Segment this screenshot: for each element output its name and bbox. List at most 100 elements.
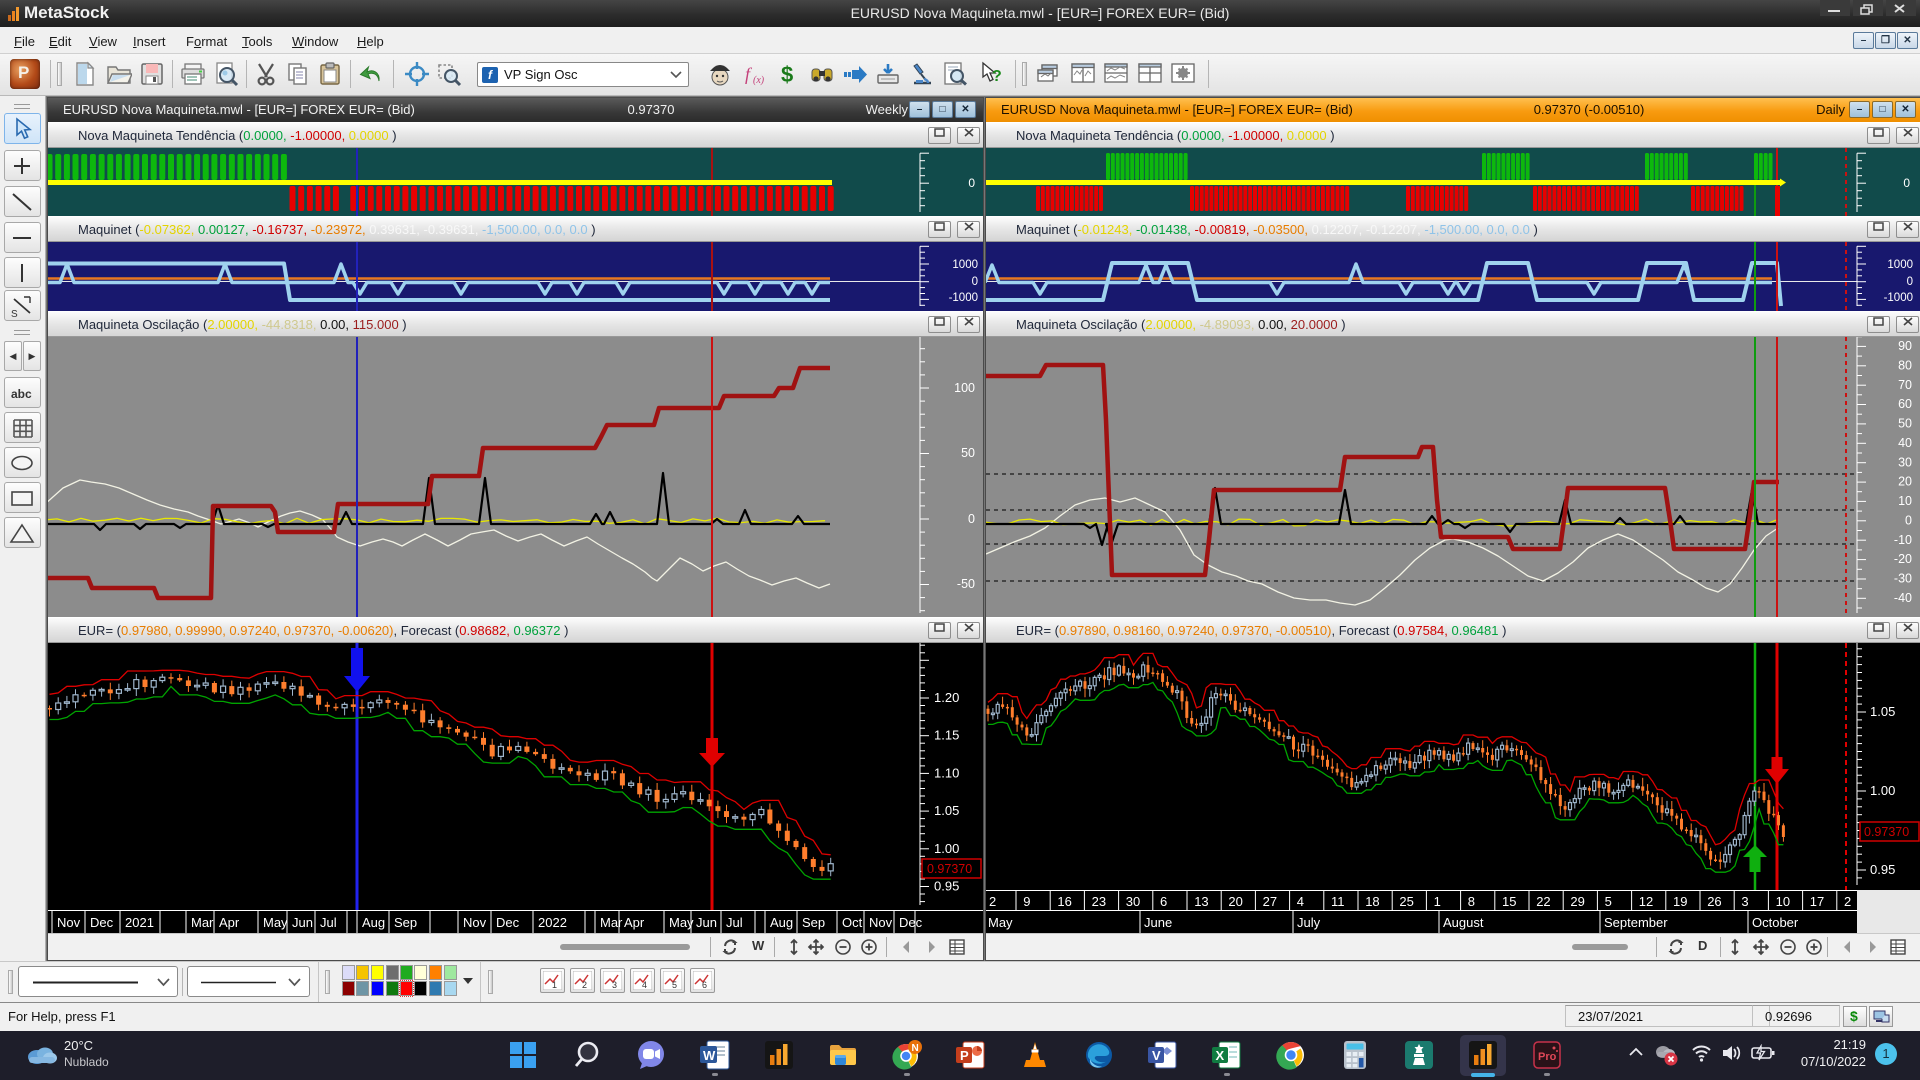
svg-text:Nov: Nov bbox=[57, 915, 81, 930]
svg-text:17: 17 bbox=[1810, 894, 1824, 909]
svg-text:Jun: Jun bbox=[696, 915, 717, 930]
svg-text:$: $ bbox=[781, 62, 793, 87]
svg-text:2: 2 bbox=[989, 894, 996, 909]
svg-text:0: 0 bbox=[972, 276, 978, 288]
svg-text:0.97370: 0.97370 bbox=[1864, 825, 1909, 839]
svg-text:1.20: 1.20 bbox=[934, 690, 959, 705]
svg-text:2021: 2021 bbox=[125, 915, 154, 930]
svg-text:Jul: Jul bbox=[726, 915, 743, 930]
svg-text:1: 1 bbox=[552, 980, 557, 990]
svg-text:-20: -20 bbox=[1894, 552, 1912, 566]
svg-text:80: 80 bbox=[1898, 358, 1912, 372]
svg-text:1.05: 1.05 bbox=[934, 803, 959, 818]
svg-text:13: 13 bbox=[1194, 894, 1208, 909]
svg-text:W: W bbox=[703, 1048, 716, 1063]
svg-text:Pro: Pro bbox=[1538, 1051, 1557, 1063]
svg-text:26: 26 bbox=[1707, 894, 1721, 909]
svg-text:4: 4 bbox=[1297, 894, 1304, 909]
svg-text:0.95: 0.95 bbox=[1870, 862, 1895, 877]
svg-text:Apr: Apr bbox=[624, 915, 645, 930]
svg-text:11: 11 bbox=[1331, 894, 1345, 909]
svg-text:29: 29 bbox=[1570, 894, 1584, 909]
svg-text:10: 10 bbox=[1776, 894, 1790, 909]
svg-text:1.00: 1.00 bbox=[934, 841, 959, 856]
svg-text:Oct: Oct bbox=[842, 915, 863, 930]
svg-text:Sep: Sep bbox=[394, 915, 417, 930]
svg-text:X: X bbox=[1216, 1048, 1225, 1063]
svg-text:f: f bbox=[745, 64, 753, 84]
svg-text:70: 70 bbox=[1898, 378, 1912, 392]
svg-text:0: 0 bbox=[1907, 276, 1913, 288]
svg-text:20: 20 bbox=[1228, 894, 1242, 909]
svg-text:Nov: Nov bbox=[463, 915, 487, 930]
svg-text:Apr: Apr bbox=[219, 915, 240, 930]
svg-text:abc: abc bbox=[11, 387, 32, 401]
svg-text:N: N bbox=[912, 1043, 919, 1054]
svg-text:27: 27 bbox=[1263, 894, 1277, 909]
svg-text:6: 6 bbox=[702, 980, 707, 990]
svg-text:3: 3 bbox=[612, 980, 617, 990]
svg-text:15: 15 bbox=[1502, 894, 1516, 909]
svg-text:May: May bbox=[669, 915, 694, 930]
svg-text:?: ? bbox=[992, 68, 1002, 85]
svg-text:0: 0 bbox=[1905, 513, 1912, 527]
svg-text:Aug: Aug bbox=[362, 915, 385, 930]
svg-text:2: 2 bbox=[1844, 894, 1851, 909]
svg-text:S: S bbox=[11, 309, 18, 318]
svg-text:Jun: Jun bbox=[292, 915, 313, 930]
svg-text:0: 0 bbox=[968, 512, 975, 526]
svg-text:5: 5 bbox=[672, 980, 677, 990]
svg-text:4: 4 bbox=[642, 980, 647, 990]
svg-text:October: October bbox=[1752, 915, 1799, 930]
svg-text:25: 25 bbox=[1399, 894, 1413, 909]
svg-text:0: 0 bbox=[968, 176, 975, 190]
svg-text:May: May bbox=[988, 915, 1013, 930]
svg-text:2022: 2022 bbox=[538, 915, 567, 930]
svg-text:-1000: -1000 bbox=[949, 292, 978, 304]
svg-text:Mar: Mar bbox=[600, 915, 623, 930]
svg-text:1.15: 1.15 bbox=[934, 728, 959, 743]
svg-text:0.95: 0.95 bbox=[934, 879, 959, 894]
svg-text:100: 100 bbox=[954, 381, 975, 395]
svg-text:1.05: 1.05 bbox=[1870, 704, 1895, 719]
svg-text:50: 50 bbox=[1898, 417, 1912, 431]
svg-text:30: 30 bbox=[1126, 894, 1140, 909]
svg-text:19: 19 bbox=[1673, 894, 1687, 909]
svg-text:-10: -10 bbox=[1894, 533, 1912, 547]
svg-text:-1000: -1000 bbox=[1884, 292, 1913, 304]
svg-text:Jul: Jul bbox=[320, 915, 337, 930]
svg-text:40: 40 bbox=[1898, 436, 1912, 450]
svg-text:Dec: Dec bbox=[496, 915, 520, 930]
svg-text:2: 2 bbox=[582, 980, 587, 990]
svg-text:0: 0 bbox=[1903, 176, 1910, 190]
svg-text:1.00: 1.00 bbox=[1870, 783, 1895, 798]
svg-text:August: August bbox=[1443, 915, 1484, 930]
svg-text:P: P bbox=[960, 1048, 969, 1063]
svg-text:-40: -40 bbox=[1894, 591, 1912, 605]
svg-text:90: 90 bbox=[1898, 339, 1912, 353]
svg-text:1: 1 bbox=[1434, 894, 1441, 909]
svg-text:9: 9 bbox=[1023, 894, 1030, 909]
svg-text:Nov: Nov bbox=[869, 915, 893, 930]
svg-text:Dec: Dec bbox=[899, 915, 923, 930]
svg-text:10: 10 bbox=[1898, 494, 1912, 508]
svg-text:22: 22 bbox=[1536, 894, 1550, 909]
svg-text:60: 60 bbox=[1898, 397, 1912, 411]
svg-text:June: June bbox=[1144, 915, 1172, 930]
svg-text:July: July bbox=[1297, 915, 1321, 930]
svg-text:12: 12 bbox=[1639, 894, 1653, 909]
svg-text:20: 20 bbox=[1898, 475, 1912, 489]
svg-text:16: 16 bbox=[1057, 894, 1071, 909]
svg-text:30: 30 bbox=[1898, 455, 1912, 469]
svg-text:Mar: Mar bbox=[191, 915, 214, 930]
svg-text:1000: 1000 bbox=[952, 259, 978, 271]
svg-text:8: 8 bbox=[1468, 894, 1475, 909]
svg-text:Dec: Dec bbox=[90, 915, 114, 930]
svg-text:-30: -30 bbox=[1894, 572, 1912, 586]
svg-text:V: V bbox=[1152, 1048, 1161, 1063]
svg-text:0.97370: 0.97370 bbox=[927, 862, 972, 876]
svg-text:-50: -50 bbox=[957, 577, 975, 591]
svg-text:23: 23 bbox=[1092, 894, 1106, 909]
svg-text:6: 6 bbox=[1160, 894, 1167, 909]
svg-text:Aug: Aug bbox=[770, 915, 793, 930]
